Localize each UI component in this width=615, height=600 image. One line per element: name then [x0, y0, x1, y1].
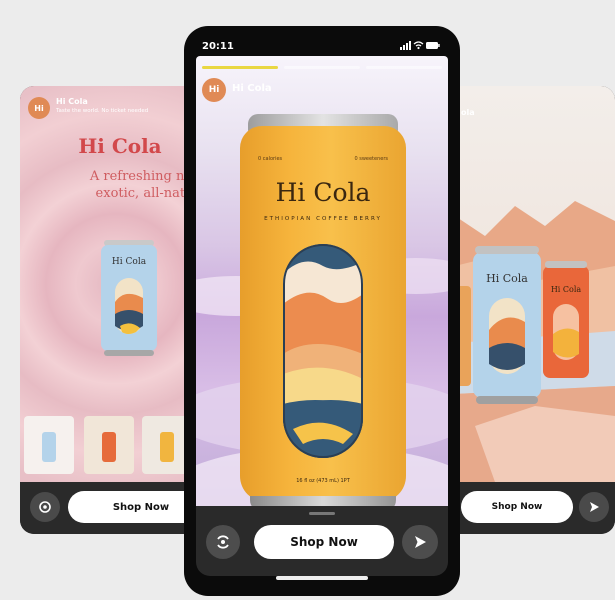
drag-handle[interactable] [309, 512, 335, 515]
battery-icon [426, 42, 440, 49]
left-thumbnail-2[interactable] [84, 416, 134, 474]
story-progress-segment-1 [202, 66, 278, 69]
center-brand-avatar[interactable]: Hi [202, 78, 226, 102]
center-phone-frame: 20:11 Hi Hi Cola 0 calories 0 sweeteners… [184, 26, 460, 596]
status-icons [400, 40, 440, 53]
svg-text:Hi Cola: Hi Cola [112, 257, 147, 267]
story-progress-segment-3 [366, 66, 442, 69]
left-brand-tagline: Taste the world. No ticket needed [56, 108, 149, 114]
can-flavor: ETHIOPIAN COFFEE BERRY [264, 216, 382, 222]
send-arrow-icon[interactable] [579, 492, 609, 522]
home-indicator [276, 576, 368, 580]
center-action-bar: Shop Now [196, 506, 448, 576]
left-brand-avatar: Hi [28, 97, 50, 119]
can-illustration [283, 244, 363, 458]
camera-flip-icon[interactable] [30, 492, 60, 522]
right-shop-now-button[interactable]: Shop Now [461, 491, 573, 523]
left-product-can-image: Hi Cola [101, 240, 157, 356]
status-time: 20:11 [202, 41, 234, 52]
story-progress-segment-2 [284, 66, 360, 69]
center-story-screen[interactable]: Hi Hi Cola 0 calories 0 sweeteners Hi Co… [196, 56, 448, 530]
can-sweeteners: 0 sweeteners [354, 156, 388, 162]
can-calories: 0 calories [258, 156, 283, 162]
signal-icon [400, 41, 411, 50]
can-brand: Hi Cola [275, 178, 371, 207]
svg-text:Hi Cola: Hi Cola [551, 285, 582, 294]
left-thumbnail-1[interactable] [24, 416, 74, 474]
camera-flip-icon[interactable] [206, 525, 240, 559]
right-brand-name: ola [461, 108, 475, 117]
svg-text:Hi Cola: Hi Cola [486, 272, 528, 285]
send-arrow-icon[interactable] [402, 525, 438, 559]
left-brand-name: Hi Cola [56, 97, 88, 106]
can-volume: 16 fl oz (473 mL) 1PT [296, 478, 350, 484]
center-brand-name[interactable]: Hi Cola [232, 83, 272, 94]
product-can-image: 0 calories 0 sweeteners Hi Cola ETHIOPIA… [234, 114, 412, 514]
shop-now-button[interactable]: Shop Now [254, 525, 394, 559]
wifi-icon [413, 41, 424, 50]
